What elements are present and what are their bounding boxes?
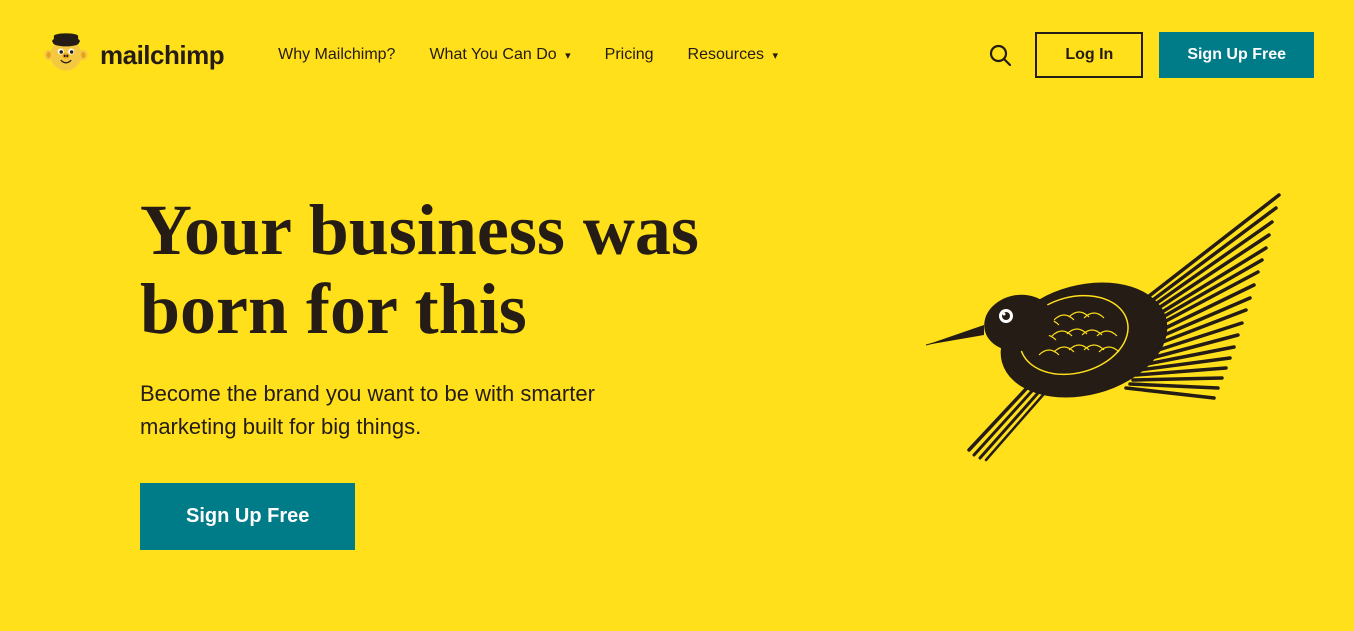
bird-illustration (874, 120, 1294, 540)
nav-signup-button[interactable]: Sign Up Free (1159, 32, 1314, 78)
login-button[interactable]: Log In (1035, 32, 1143, 78)
logo-text: mailchimp (100, 40, 224, 71)
nav-actions: Log In Sign Up Free (981, 32, 1314, 78)
logo[interactable]: mailchimp (40, 29, 224, 81)
hero-signup-button[interactable]: Sign Up Free (140, 483, 355, 550)
nav-resources[interactable]: Resources ▾ (674, 38, 792, 72)
nav-pricing[interactable]: Pricing (591, 38, 668, 72)
nav-links: Why Mailchimp? What You Can Do ▾ Pricing… (264, 38, 981, 72)
search-icon (989, 44, 1011, 66)
hero-section: Your business was born for this Become t… (0, 110, 1354, 631)
hero-title: Your business was born for this (140, 191, 820, 349)
chevron-down-icon: ▾ (565, 50, 571, 62)
hero-content: Your business was born for this Become t… (140, 191, 820, 550)
mailchimp-logo-icon (40, 29, 92, 81)
nav-what-you-can-do[interactable]: What You Can Do ▾ (415, 38, 584, 72)
nav-why-mailchimp[interactable]: Why Mailchimp? (264, 38, 409, 72)
hero-subtitle: Become the brand you want to be with sma… (140, 377, 640, 443)
chevron-down-icon: ▾ (772, 50, 778, 62)
navigation: mailchimp Why Mailchimp? What You Can Do… (0, 0, 1354, 110)
search-button[interactable] (981, 36, 1019, 74)
bird-icon (884, 140, 1284, 520)
